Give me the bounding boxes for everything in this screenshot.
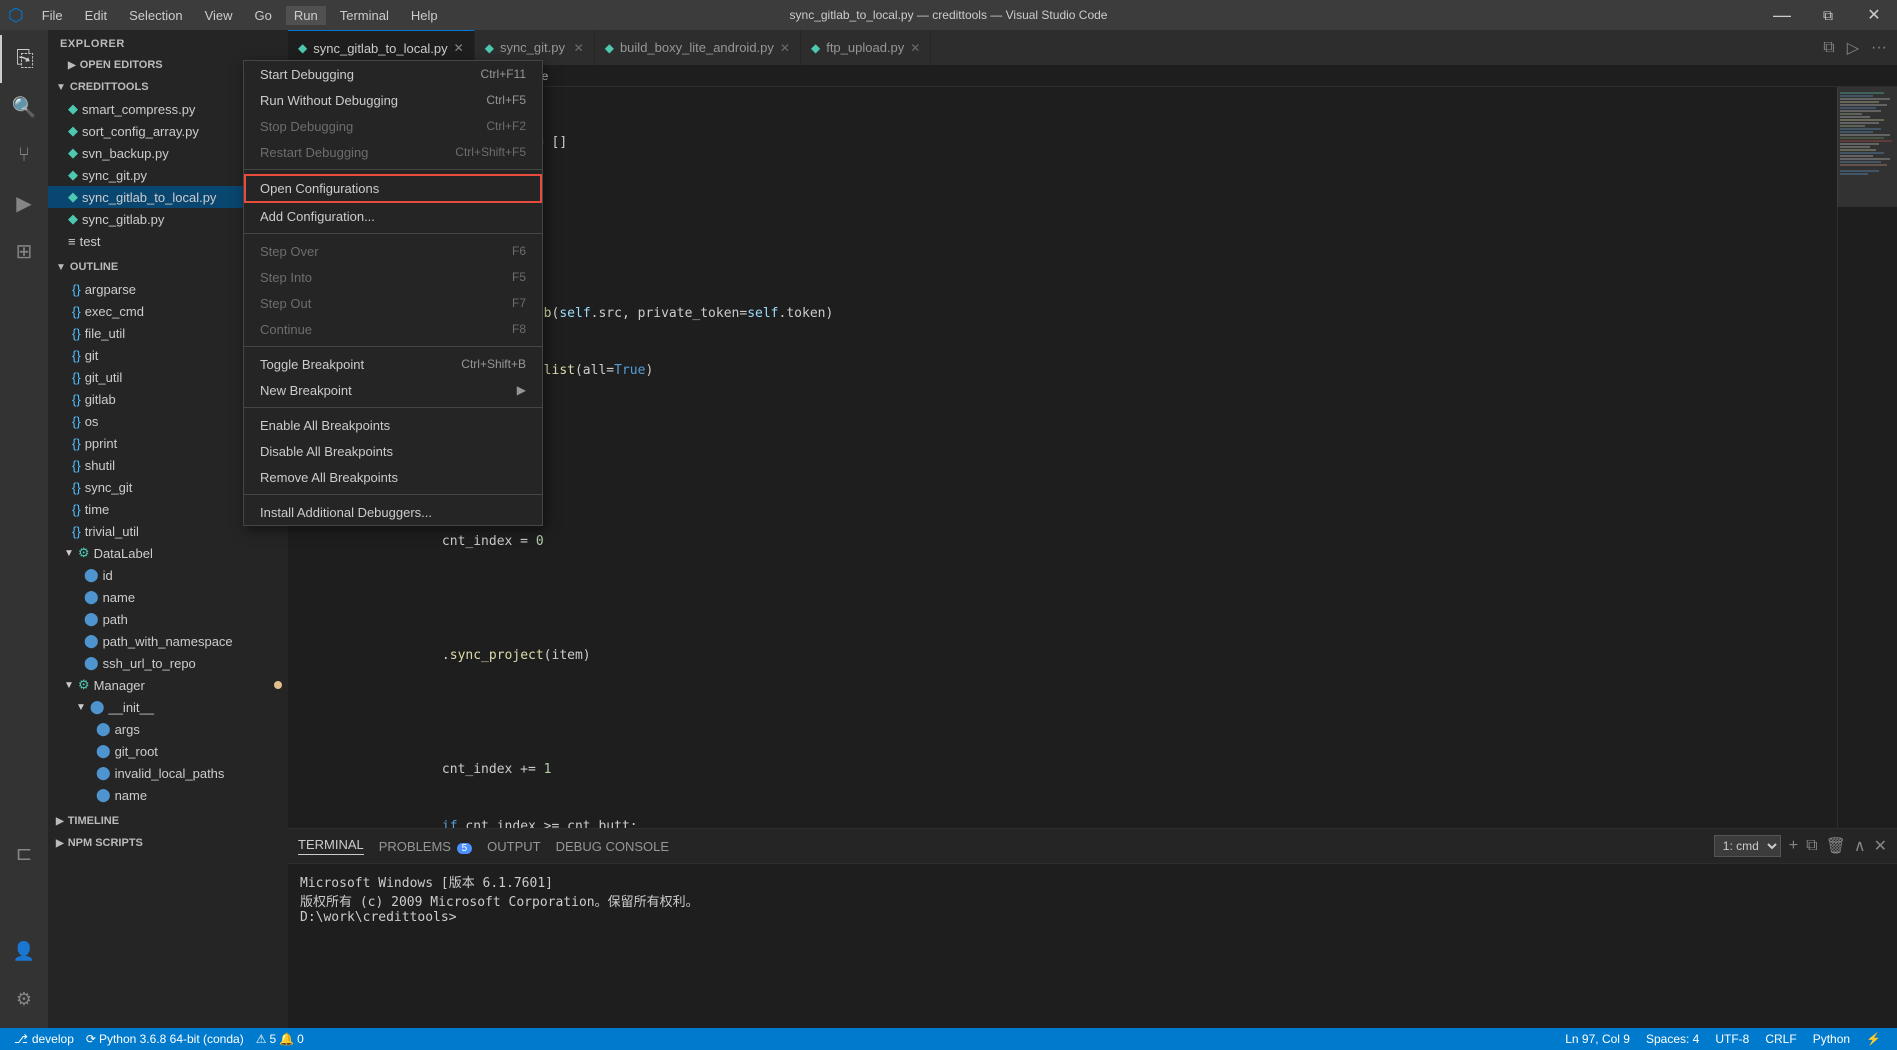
- run-debug-icon[interactable]: ▶: [0, 179, 48, 227]
- branch-icon: ⎇: [14, 1032, 28, 1046]
- bell-icon: 🔔: [279, 1032, 294, 1046]
- menu-item-restart-debugging[interactable]: Restart Debugging Ctrl+Shift+F5: [244, 139, 542, 165]
- status-eol[interactable]: CRLF: [1757, 1032, 1804, 1046]
- menu-item-remove-all-breakpoints[interactable]: Remove All Breakpoints: [244, 464, 542, 490]
- status-position[interactable]: Ln 97, Col 9: [1557, 1032, 1638, 1046]
- tab-icon-py-1: ◆: [298, 41, 307, 55]
- code-content[interactable]: invalid_local_paths = [] def __init__(se…: [338, 87, 1837, 828]
- status-language[interactable]: Python: [1805, 1032, 1858, 1046]
- tab-ftp-upload[interactable]: ◆ ftp_upload.py ✕: [801, 30, 931, 65]
- remote-icon[interactable]: ⊏: [0, 829, 48, 877]
- menu-file[interactable]: File: [34, 6, 71, 25]
- terminal-tab-output[interactable]: OUTPUT: [487, 839, 540, 854]
- tab-close-3[interactable]: ✕: [780, 41, 790, 55]
- tab-build-boxy[interactable]: ◆ build_boxy_lite_android.py ✕: [595, 30, 801, 65]
- split-editor-icon[interactable]: ⧉: [1823, 39, 1834, 57]
- timeline-header[interactable]: ▶ TIMELINE: [48, 810, 288, 832]
- tab-close-2[interactable]: ✕: [574, 41, 584, 55]
- extensions-icon[interactable]: ⊞: [0, 227, 48, 275]
- menu-item-step-over[interactable]: Step Over F6: [244, 238, 542, 264]
- explorer-header[interactable]: EXPLORER: [48, 30, 288, 54]
- maximize-button[interactable]: ⧉: [1805, 0, 1851, 30]
- explorer-icon[interactable]: ⎘: [0, 35, 48, 83]
- titlebar: ⬡ File Edit Selection View Go Run Termin…: [0, 0, 1897, 30]
- outline-path-with-namespace[interactable]: ⬤ path_with_namespace: [48, 630, 288, 652]
- outline-manager[interactable]: ▼ ⚙ Manager: [48, 674, 288, 696]
- menu-item-enable-all-breakpoints[interactable]: Enable All Breakpoints: [244, 412, 542, 438]
- tab-icon-py-4: ◆: [811, 41, 820, 55]
- settings-icon[interactable]: ⚙: [0, 975, 48, 1023]
- npm-scripts-header[interactable]: ▶ NPM SCRIPTS: [48, 832, 288, 854]
- window-title: sync_gitlab_to_local.py — credittools — …: [790, 8, 1108, 22]
- outline-id[interactable]: ⬤ id: [48, 564, 288, 586]
- menu-item-new-breakpoint[interactable]: New Breakpoint ▶: [244, 377, 542, 403]
- menu-item-open-configurations[interactable]: Open Configurations: [244, 174, 542, 203]
- outline-ssh-url[interactable]: ⬤ ssh_url_to_repo: [48, 652, 288, 674]
- status-python[interactable]: ⟳ Python 3.6.8 64-bit (conda): [80, 1032, 250, 1046]
- search-icon[interactable]: 🔍: [0, 83, 48, 131]
- status-branch[interactable]: ⎇ develop: [8, 1032, 80, 1046]
- split-terminal-icon[interactable]: ⧉: [1806, 837, 1817, 855]
- account-icon[interactable]: 👤: [0, 927, 48, 975]
- menu-item-disable-all-breakpoints[interactable]: Disable All Breakpoints: [244, 438, 542, 464]
- menu-run[interactable]: Run: [286, 6, 326, 25]
- minimize-button[interactable]: —: [1759, 0, 1805, 30]
- tab-icon-py-2: ◆: [485, 41, 494, 55]
- close-button[interactable]: ✕: [1851, 0, 1897, 30]
- status-feedback[interactable]: ⚡: [1858, 1032, 1889, 1046]
- status-spaces[interactable]: Spaces: 4: [1638, 1032, 1707, 1046]
- activity-bar: ⎘ 🔍 ⑂ ▶ ⊞ ⊏ 👤 ⚙: [0, 30, 48, 1028]
- app-logo: ⬡: [8, 5, 24, 26]
- close-terminal-icon[interactable]: ✕: [1874, 836, 1887, 856]
- terminal-area: TERMINAL PROBLEMS 5 OUTPUT DEBUG CONSOLE…: [288, 828, 1897, 1028]
- menu-item-install-debuggers[interactable]: Install Additional Debuggers...: [244, 499, 542, 525]
- outline-init[interactable]: ▼ ⬤ __init__: [48, 696, 288, 718]
- sync-icon: ⟳: [86, 1032, 96, 1046]
- menu-item-step-into[interactable]: Step Into F5: [244, 264, 542, 290]
- status-errors[interactable]: ⚠ 5 🔔 0: [250, 1032, 310, 1046]
- maximize-terminal-icon[interactable]: ∧: [1854, 836, 1866, 856]
- menu-selection[interactable]: Selection: [121, 6, 190, 25]
- tab-close-1[interactable]: ✕: [454, 41, 464, 55]
- status-encoding[interactable]: UTF-8: [1707, 1032, 1757, 1046]
- outline-datalabel[interactable]: ▼ ⚙ DataLabel: [48, 542, 288, 564]
- menu-item-start-debugging[interactable]: Start Debugging Ctrl+F11: [244, 61, 542, 87]
- menu-edit[interactable]: Edit: [77, 6, 115, 25]
- terminal-tab-problems[interactable]: PROBLEMS 5: [379, 839, 472, 854]
- menu-item-continue[interactable]: Continue F8: [244, 316, 542, 342]
- kill-terminal-icon[interactable]: 🗑: [1826, 836, 1846, 856]
- outline-name[interactable]: ⬤ name: [48, 586, 288, 608]
- source-control-icon[interactable]: ⑂: [0, 131, 48, 179]
- menu-item-add-configuration[interactable]: Add Configuration...: [244, 203, 542, 229]
- menu-view[interactable]: View: [197, 6, 241, 25]
- tab-close-4[interactable]: ✕: [910, 41, 920, 55]
- outline-name-2[interactable]: ⬤ name: [48, 784, 288, 806]
- status-bar: ⎇ develop ⟳ Python 3.6.8 64-bit (conda) …: [0, 1028, 1897, 1050]
- terminal-tab-debug[interactable]: DEBUG CONSOLE: [556, 839, 669, 854]
- menu-help[interactable]: Help: [403, 6, 446, 25]
- terminal-content[interactable]: Microsoft Windows [版本 6.1.7601] 版权所有 (c)…: [288, 864, 1897, 1028]
- menu-item-step-out[interactable]: Step Out F7: [244, 290, 542, 316]
- menu-item-run-without-debugging[interactable]: Run Without Debugging Ctrl+F5: [244, 87, 542, 113]
- menu-terminal[interactable]: Terminal: [332, 6, 397, 25]
- run-file-icon[interactable]: ▷: [1847, 38, 1859, 58]
- outline-path[interactable]: ⬤ path: [48, 608, 288, 630]
- run-dropdown-menu[interactable]: Start Debugging Ctrl+F11 Run Without Deb…: [243, 60, 543, 526]
- menu-go[interactable]: Go: [247, 6, 280, 25]
- new-terminal-icon[interactable]: +: [1789, 837, 1798, 855]
- terminal-tabs-bar: TERMINAL PROBLEMS 5 OUTPUT DEBUG CONSOLE…: [288, 829, 1897, 864]
- terminal-tab-terminal[interactable]: TERMINAL: [298, 837, 364, 855]
- outline-git-root[interactable]: ⬤ git_root: [48, 740, 288, 762]
- warning-icon: ⚠: [256, 1032, 267, 1046]
- terminal-dropdown[interactable]: 1: cmd: [1714, 835, 1781, 857]
- menu-item-toggle-breakpoint[interactable]: Toggle Breakpoint Ctrl+Shift+B: [244, 351, 542, 377]
- tab-icon-py-3: ◆: [605, 41, 614, 55]
- minimap: [1837, 87, 1897, 828]
- menu-item-stop-debugging[interactable]: Stop Debugging Ctrl+F2: [244, 113, 542, 139]
- outline-args[interactable]: ⬤ args: [48, 718, 288, 740]
- more-actions-icon[interactable]: ···: [1871, 39, 1887, 57]
- outline-invalid-local-paths[interactable]: ⬤ invalid_local_paths: [48, 762, 288, 784]
